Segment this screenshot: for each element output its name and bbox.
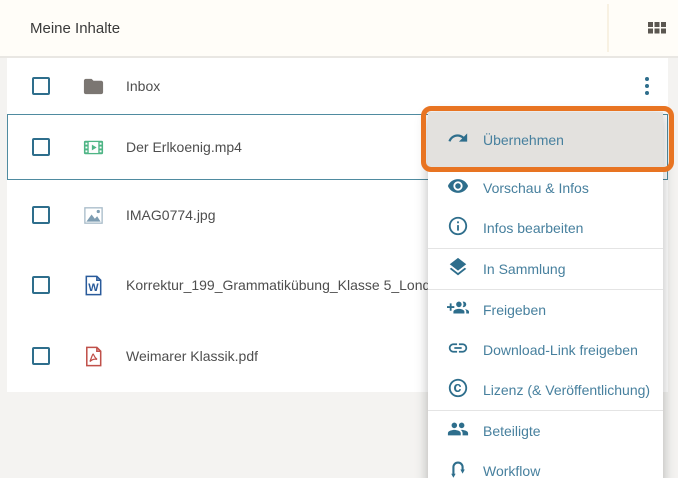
menu-item-download-link[interactable]: Download-Link freigeben: [428, 330, 663, 370]
list-item[interactable]: Inbox: [7, 58, 668, 114]
folder-icon: [81, 74, 105, 98]
menu-item-in-sammlung[interactable]: In Sammlung: [428, 249, 663, 289]
copyright-icon: [447, 377, 469, 404]
file-name: Weimarer Klassik.pdf: [126, 348, 258, 364]
layers-icon: [447, 256, 469, 283]
menu-item-infos-bearbeiten[interactable]: Infos bearbeiten: [428, 208, 663, 248]
grid-view-icon: [647, 18, 667, 43]
redo-arrow-icon: [447, 127, 469, 154]
app-window: Meine Inhalte Inbox: [0, 0, 678, 478]
image-file-icon: [81, 203, 105, 227]
menu-item-label: Vorschau & Infos: [483, 180, 589, 196]
row-checkbox[interactable]: [32, 77, 50, 95]
video-file-icon: [81, 135, 105, 159]
link-icon: [447, 337, 469, 364]
menu-item-uebernehmen[interactable]: Übernehmen: [428, 112, 663, 168]
menu-item-label: Download-Link freigeben: [483, 342, 638, 358]
file-name: Korrektur_199_Grammatikübung_Klasse 5_Lo…: [126, 277, 430, 293]
row-checkbox[interactable]: [32, 347, 50, 365]
row-checkbox[interactable]: [32, 138, 50, 156]
kebab-menu-icon[interactable]: [634, 71, 660, 101]
menu-item-freigeben[interactable]: Freigeben: [428, 290, 663, 330]
menu-item-beteiligte[interactable]: Beteiligte: [428, 411, 663, 451]
page-title: Meine Inhalte: [30, 0, 120, 56]
menu-item-workflow[interactable]: Workflow: [428, 451, 663, 478]
file-name: IMAG0774.jpg: [126, 207, 216, 223]
menu-item-label: In Sammlung: [483, 261, 565, 277]
menu-item-lizenz[interactable]: Lizenz (& Veröffentlichung): [428, 370, 663, 410]
word-file-icon: W: [81, 273, 105, 297]
menu-item-vorschau-infos[interactable]: Vorschau & Infos: [428, 168, 663, 208]
file-name: Inbox: [126, 78, 160, 94]
row-checkbox[interactable]: [32, 206, 50, 224]
menu-item-label: Freigeben: [483, 302, 546, 318]
people-icon: [447, 418, 469, 445]
menu-item-label: Lizenz (& Veröffentlichung): [483, 382, 650, 398]
toolbar-divider: [607, 4, 609, 52]
menu-item-label: Übernehmen: [483, 132, 564, 148]
info-circle-icon: [447, 215, 469, 242]
pdf-file-icon: [81, 344, 105, 368]
menu-item-label: Infos bearbeiten: [483, 220, 583, 236]
svg-text:W: W: [88, 281, 99, 293]
top-bar: Meine Inhalte: [0, 0, 678, 58]
file-name: Der Erlkoenig.mp4: [126, 139, 242, 155]
eye-icon: [447, 175, 469, 202]
menu-item-label: Beteiligte: [483, 423, 541, 439]
workflow-arrows-icon: [447, 458, 469, 478]
context-menu: Übernehmen Vorschau & Infos Infos bearbe…: [428, 112, 663, 478]
row-checkbox[interactable]: [32, 276, 50, 294]
grid-view-button[interactable]: [646, 19, 668, 41]
menu-item-label: Workflow: [483, 463, 540, 478]
person-add-icon: [447, 297, 469, 324]
